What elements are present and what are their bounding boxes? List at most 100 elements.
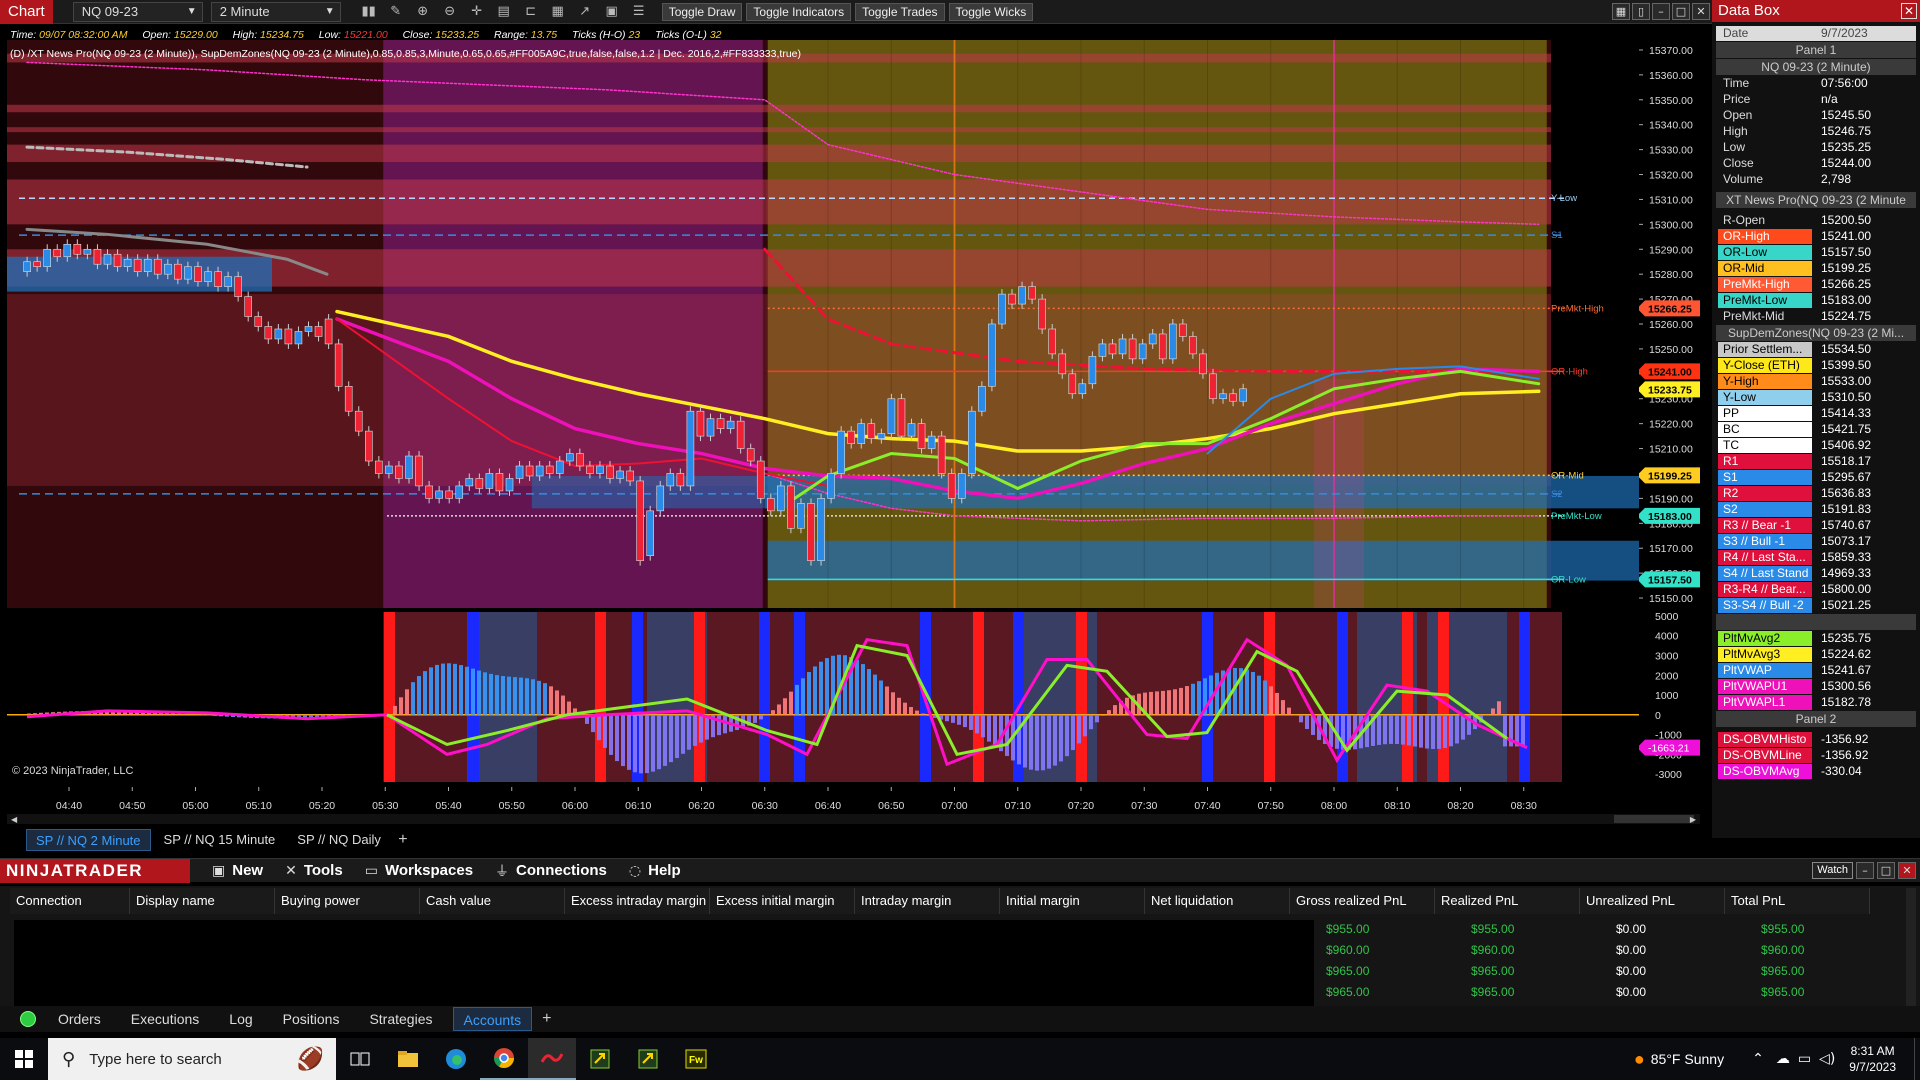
toggle-draw-button[interactable]: Toggle Draw <box>661 2 743 21</box>
crosshair-icon[interactable]: ✛ <box>466 2 488 22</box>
instrument-selector[interactable]: NQ 09-23 ▼ <box>72 1 203 22</box>
column-header[interactable]: Display name <box>130 888 275 914</box>
add-tab-icon[interactable]: + <box>394 829 412 851</box>
data-box-row: PltVWAPU1 15300.56 <box>1716 679 1916 694</box>
menu-connections[interactable]: ⏚ Connections <box>495 861 607 881</box>
column-header[interactable]: Buying power <box>275 888 420 914</box>
chrome-icon[interactable] <box>480 1038 528 1080</box>
tab-orders[interactable]: Orders <box>48 1007 111 1031</box>
menu-help[interactable]: ◌ Help <box>629 862 681 879</box>
chart-tab-daily[interactable]: SP // NQ Daily <box>288 829 390 851</box>
pencil-icon[interactable]: ✎ <box>385 2 407 22</box>
connections-icon: ⏚ <box>495 863 510 880</box>
tile-icon[interactable]: ▦ <box>1612 3 1630 20</box>
data-box-row: Y-High 15533.00 <box>1716 374 1916 389</box>
minimize-icon[interactable]: – <box>1856 862 1874 879</box>
chart-tab-15-minute[interactable]: SP // NQ 15 Minute <box>155 829 285 851</box>
menu-new[interactable]: ▣ New <box>212 862 263 879</box>
list-icon[interactable]: ☰ <box>628 2 650 22</box>
column-header[interactable]: Initial margin <box>1000 888 1145 914</box>
scroll-left-icon[interactable]: ◀ <box>11 815 17 824</box>
app-icon-green-2[interactable] <box>624 1038 672 1080</box>
menu-workspaces[interactable]: ▭ Workspaces <box>365 862 473 879</box>
cloud-icon[interactable]: ☁ <box>1776 1051 1790 1067</box>
histogram-bar <box>981 714 985 738</box>
chart-tab-2-minute[interactable]: SP // NQ 2 Minute <box>26 829 151 851</box>
bars-icon[interactable]: ▮▮ <box>358 2 380 22</box>
price-axis[interactable]: 15370.00 15360.00 15350.00 15340.00 15330.00… <box>1639 40 1700 780</box>
watch-button[interactable]: Watch <box>1812 862 1853 879</box>
histogram-bar <box>915 710 919 715</box>
tab-executions[interactable]: Executions <box>121 1007 209 1031</box>
histogram-bar <box>417 676 421 715</box>
weather-text[interactable]: 85°F Sunny <box>1651 1051 1724 1067</box>
templates-icon[interactable]: ⊏ <box>520 2 542 22</box>
zoom-in-icon[interactable]: ⊕ <box>412 2 434 22</box>
column-header[interactable]: Realized PnL <box>1435 888 1580 914</box>
candle-body <box>244 296 252 317</box>
column-header[interactable]: Connection <box>10 888 130 914</box>
time-label: Time: <box>10 29 37 41</box>
candle-body <box>485 473 494 489</box>
column-header[interactable]: Cash value <box>420 888 565 914</box>
zoom-out-icon[interactable]: ⊖ <box>439 2 461 22</box>
toggle-trades-button[interactable]: Toggle Trades <box>855 2 945 21</box>
chart-scrollbar[interactable]: ◀ ▶ <box>7 814 1700 824</box>
data-box-row: R2 15636.83 <box>1716 486 1916 501</box>
column-header[interactable]: Total PnL <box>1725 888 1870 914</box>
candle-body <box>626 470 634 482</box>
task-view-icon[interactable] <box>336 1038 384 1080</box>
close-icon[interactable]: ✕ <box>1901 3 1917 19</box>
data-box-icon[interactable]: ▣ <box>601 2 623 22</box>
minimize-icon[interactable]: – <box>1652 3 1670 20</box>
tab-log[interactable]: Log <box>219 1007 262 1031</box>
menu-tools[interactable]: ✕ Tools <box>285 862 343 879</box>
level-label: OR-Mid <box>1551 470 1584 481</box>
maximize-icon[interactable]: □ <box>1672 3 1690 20</box>
price-panel[interactable]: Y-Low S1 PreMkt-High OR-High OR-Mid S2 PreMkt-… <box>7 40 1639 608</box>
candle-body <box>143 258 152 272</box>
pin-icon[interactable]: ▯ <box>1632 3 1650 20</box>
candle-body <box>1189 336 1197 355</box>
clock[interactable]: 8:31 AM 9/7/2023 <box>1849 1043 1896 1075</box>
histogram-bar <box>597 714 601 741</box>
fw-app-icon[interactable]: Fw <box>672 1038 720 1080</box>
toggle-indicators-button[interactable]: Toggle Indicators <box>746 2 852 21</box>
close-icon[interactable]: ✕ <box>1898 862 1916 879</box>
column-header[interactable]: Net liquidation <box>1145 888 1290 914</box>
histogram-bar <box>477 670 481 715</box>
column-header[interactable]: Excess intraday margin <box>565 888 710 914</box>
column-header[interactable]: Excess initial margin <box>710 888 855 914</box>
interval-selector[interactable]: 2 Minute ▼ <box>210 1 341 22</box>
ninjatrader-app-icon[interactable] <box>528 1038 576 1080</box>
windows-start-icon[interactable] <box>0 1038 48 1080</box>
chevron-up-icon[interactable]: ⌃ <box>1752 1051 1764 1067</box>
volume-icon[interactable]: ◁) <box>1819 1051 1835 1067</box>
column-header[interactable]: Unrealized PnL <box>1580 888 1725 914</box>
instrument-overlay-icon[interactable]: ▦ <box>547 2 569 22</box>
column-header[interactable]: Intraday margin <box>855 888 1000 914</box>
file-explorer-icon[interactable] <box>384 1038 432 1080</box>
maximize-icon[interactable]: □ <box>1877 862 1895 879</box>
scroll-right-icon[interactable]: ▶ <box>1690 815 1696 824</box>
show-desktop[interactable] <box>1914 1038 1920 1080</box>
data-box-section <box>1716 614 1916 630</box>
grid-scrollbar[interactable] <box>1906 888 1916 1006</box>
taskbar-search[interactable]: ⚲ Type here to search 🏈 <box>48 1038 336 1080</box>
tab-accounts[interactable]: Accounts <box>452 1007 533 1031</box>
toggle-wicks-button[interactable]: Toggle Wicks <box>948 2 1034 21</box>
app-icon-green-1[interactable] <box>576 1038 624 1080</box>
scroll-thumb[interactable] <box>1614 815 1694 823</box>
column-header[interactable]: Gross realized PnL <box>1290 888 1435 914</box>
tab-strategies[interactable]: Strategies <box>359 1007 442 1031</box>
add-tab-icon[interactable]: + <box>542 1010 551 1028</box>
strategy-icon[interactable]: ↗ <box>574 2 596 22</box>
network-icon[interactable]: ▭ <box>1798 1051 1811 1067</box>
menu-workspaces-label: Workspaces <box>384 862 474 879</box>
close-icon[interactable]: ✕ <box>1692 3 1710 20</box>
edge-icon[interactable] <box>432 1038 480 1080</box>
oscillator-panel[interactable] <box>7 612 1639 782</box>
properties-icon[interactable]: ▤ <box>493 2 515 22</box>
histogram-bar <box>411 682 415 715</box>
tab-positions[interactable]: Positions <box>273 1007 350 1031</box>
